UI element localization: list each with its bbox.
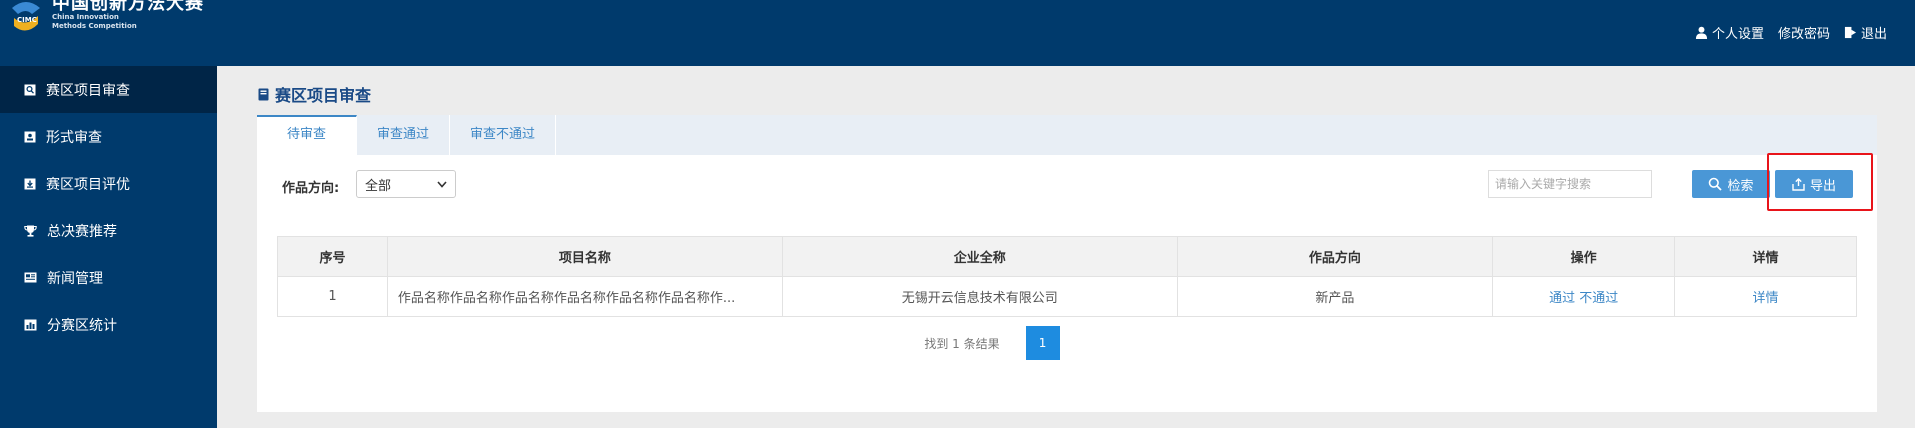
- top-links: 个人设置 修改密码 退出: [1681, 23, 1887, 42]
- sidebar-item-project-review[interactable]: 赛区项目审查: [0, 66, 217, 113]
- brand-en-line1: China Innovation: [52, 13, 119, 21]
- direction-select-value: 全部: [365, 178, 392, 194]
- top-header: CIMC 中国创新方法大赛 China Innovation Methods C…: [0, 0, 1915, 66]
- search-button[interactable]: 检索: [1692, 170, 1770, 198]
- svg-text:CIMC: CIMC: [17, 16, 37, 24]
- main-panel: 待审查 审查通过 审查不通过 作品方向: 全部 检索 导出 序号 项目名称 企业…: [257, 115, 1877, 412]
- id-card-icon: [24, 131, 36, 142]
- sidebar-item-form-review[interactable]: 形式审查: [0, 113, 217, 160]
- sidebar-item-final-recommend[interactable]: 总决赛推荐: [0, 207, 217, 254]
- profile-link[interactable]: 个人设置: [1695, 23, 1764, 42]
- cell-direction: 新产品: [1176, 276, 1494, 317]
- search-button-label: 检索: [1727, 178, 1754, 194]
- download-box-icon: [24, 178, 36, 189]
- pagination: 找到 1 条结果 1: [257, 326, 1877, 360]
- search-input[interactable]: [1488, 170, 1652, 198]
- bar-chart-icon: [24, 319, 37, 330]
- chevron-down-icon: [437, 180, 447, 188]
- logo-mark-icon: CIMC: [12, 2, 40, 31]
- cell-actions: 通过 不通过: [1492, 276, 1676, 317]
- col-header-company: 企业全称: [781, 236, 1178, 277]
- change-password-link[interactable]: 修改密码: [1778, 23, 1830, 42]
- col-header-detail: 详情: [1674, 236, 1857, 277]
- sidebar-item-label: 总决赛推荐: [47, 223, 117, 240]
- page-title-text: 赛区项目审查: [275, 86, 372, 105]
- col-header-name: 项目名称: [386, 236, 783, 277]
- sidebar-item-label: 分赛区统计: [47, 317, 117, 334]
- logout-label: 退出: [1860, 27, 1887, 42]
- detail-link[interactable]: 详情: [1753, 291, 1779, 306]
- reject-link[interactable]: 不通过: [1579, 291, 1618, 306]
- newspaper-icon: [24, 272, 37, 283]
- cell-detail: 详情: [1674, 276, 1857, 317]
- search-doc-icon: [24, 84, 36, 95]
- col-header-action: 操作: [1492, 236, 1676, 277]
- book-icon: [258, 88, 269, 100]
- tab-rejected[interactable]: 审查不通过: [450, 115, 557, 155]
- result-count: 找到 1 条结果: [924, 336, 1000, 351]
- sidebar: 赛区项目审查 形式审查 赛区项目评优 总决赛推荐 新闻管理 分赛区统计: [0, 66, 217, 428]
- direction-select[interactable]: 全部: [356, 170, 456, 198]
- sidebar-item-label: 赛区项目审查: [46, 82, 130, 99]
- sidebar-item-news[interactable]: 新闻管理: [0, 254, 217, 301]
- table-row: 1 作品名称作品名称作品名称作品名称作品名称作品名称作... 无锡开云信息技术有…: [277, 276, 1857, 317]
- sidebar-item-label: 新闻管理: [47, 270, 103, 287]
- export-highlight-box: [1767, 153, 1873, 211]
- search-icon: [1709, 177, 1723, 191]
- tab-pending[interactable]: 待审查: [257, 115, 358, 155]
- col-header-direction: 作品方向: [1176, 236, 1494, 277]
- sidebar-item-label: 形式审查: [46, 129, 102, 146]
- tab-approved[interactable]: 审查通过: [357, 115, 451, 155]
- trophy-icon: [24, 225, 37, 237]
- logout-link[interactable]: 退出: [1844, 23, 1887, 42]
- table-header-row: 序号 项目名称 企业全称 作品方向 操作 详情: [277, 236, 1857, 277]
- cell-company: 无锡开云信息技术有限公司: [781, 276, 1178, 317]
- direction-filter-label: 作品方向:: [282, 181, 340, 196]
- col-header-index: 序号: [277, 236, 388, 277]
- profile-link-label: 个人设置: [1711, 27, 1764, 42]
- tab-bar: 待审查 审查通过 审查不通过: [257, 115, 1877, 155]
- sidebar-item-region-stats[interactable]: 分赛区统计: [0, 301, 217, 348]
- approve-link[interactable]: 通过: [1549, 291, 1575, 306]
- change-password-label: 修改密码: [1777, 27, 1830, 42]
- cell-project-name: 作品名称作品名称作品名称作品名称作品名称作品名称作...: [386, 276, 783, 317]
- project-table: 序号 项目名称 企业全称 作品方向 操作 详情 1 作品名称作品名称作品名称作品…: [277, 236, 1857, 317]
- cell-index: 1: [277, 276, 388, 317]
- brand-en-line2: Methods Competition: [52, 22, 137, 30]
- sidebar-item-label: 赛区项目评优: [46, 176, 130, 193]
- user-icon: [1695, 26, 1708, 39]
- logout-icon: [1844, 26, 1857, 39]
- page-button-current[interactable]: 1: [1025, 326, 1060, 360]
- logo: CIMC 中国创新方法大赛 China Innovation Methods C…: [8, 0, 203, 38]
- sidebar-item-project-rating[interactable]: 赛区项目评优: [0, 160, 217, 207]
- page-title: 赛区项目审查: [258, 82, 371, 106]
